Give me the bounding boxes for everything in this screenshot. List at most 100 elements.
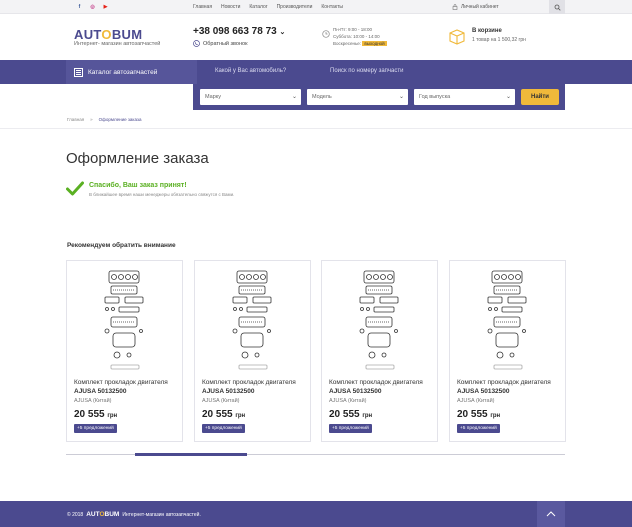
logo-subtitle: Интернет- магазин автозапчастей (74, 41, 161, 47)
account-label: Личный кабинет (461, 4, 499, 10)
cart-widget[interactable]: В корзине 1 товар на 1 500,32 грн (448, 28, 526, 51)
top-menu-catalog[interactable]: Каталог (249, 4, 267, 10)
product-card[interactable]: Комплект прокладок двигателя AJUSA 50132… (321, 260, 438, 442)
product-code: AJUSA 50132500 (329, 388, 382, 395)
chevron-down-icon: ⌄ (291, 94, 297, 100)
offers-button[interactable]: +5 предложений (202, 424, 245, 433)
scroll-to-top-button[interactable] (537, 501, 565, 527)
product-price: 20 555 грн (202, 409, 245, 420)
price-currency: грн (235, 413, 246, 419)
chevron-down-icon: ⌄ (398, 94, 404, 100)
divider (0, 128, 632, 129)
phone-icon (193, 40, 200, 47)
footer-logo[interactable]: AUTOBUM (86, 511, 119, 518)
product-brand: AJUSA (Китай) (329, 398, 367, 404)
logo[interactable]: AUTOBUM (74, 27, 142, 42)
clock-icon (322, 30, 330, 38)
callback-link[interactable]: Обратный звонок (193, 40, 247, 47)
offers-button[interactable]: +5 предложений (74, 424, 117, 433)
top-menu-contacts[interactable]: Контакты (321, 4, 343, 10)
product-name-text: Комплект прокладок двигателя (329, 379, 423, 386)
product-code: AJUSA 50132500 (202, 388, 255, 395)
instagram-icon[interactable]: ◎ (89, 3, 96, 10)
top-menu-manufacturers[interactable]: Производители (277, 4, 313, 10)
top-menu-news[interactable]: Новости (221, 4, 240, 10)
hours-sunday: Воскресенье: выходной (333, 40, 387, 47)
menu-icon (74, 67, 83, 77)
logo-text-o: O (101, 27, 112, 42)
working-hours: Пн-Пт: 9:00 - 18:00 Суббота: 10:00 - 14:… (333, 26, 387, 47)
footer-logo-end: BUM (104, 511, 120, 518)
lock-icon (452, 4, 458, 10)
product-price: 20 555 грн (74, 409, 117, 420)
offers-button[interactable]: +5 предложений (329, 424, 372, 433)
phone-number[interactable]: +38 098 663 78 73 ⌄ (193, 26, 285, 37)
product-card[interactable]: Комплект прокладок двигателя AJUSA 50132… (449, 260, 566, 442)
cart-title: В корзине (472, 28, 502, 34)
offers-button[interactable]: +5 предложений (457, 424, 500, 433)
car-filter: Марку ⌄ Модель ⌄ Год выпуска ⌄ Найти (193, 84, 565, 110)
logo-text-end: BUM (111, 27, 143, 42)
product-card[interactable]: Комплект прокладок двигателя AJUSA 50132… (194, 260, 311, 442)
header: AUTOBUM Интернет- магазин автозапчастей … (0, 14, 632, 60)
breadcrumb-current: Оформление заказа (98, 117, 142, 122)
product-name[interactable]: Комплект прокладок двигателя AJUSA 50132… (457, 378, 563, 396)
hours-weekdays: Пн-Пт: 9:00 - 18:00 (333, 27, 373, 32)
footer-copyright: © 2018 AUTOBUM Интернет-магазин автозапч… (67, 511, 201, 518)
top-bar: f ◎ ▶ Главная Новости Каталог Производит… (0, 0, 632, 14)
search-icon (554, 4, 561, 11)
gasket-kit-image (359, 270, 399, 370)
product-name-text: Комплект прокладок двигателя (457, 379, 551, 386)
price-currency: грн (362, 413, 373, 419)
tab-part-number-search[interactable]: Поиск по номеру запчасти (330, 68, 404, 74)
top-menu: Главная Новости Каталог Производители Ко… (193, 4, 343, 10)
model-select[interactable]: Модель ⌄ (307, 89, 408, 105)
copyright-year: © 2018 (67, 511, 84, 518)
nav-bar: Каталог автозапчастей Какой у Вас автомо… (0, 60, 632, 84)
price-value: 20 555 (457, 409, 488, 420)
product-name-text: Комплект прокладок двигателя (74, 379, 168, 386)
product-price: 20 555 грн (329, 409, 372, 420)
search-button[interactable] (549, 0, 565, 14)
gasket-kit-image (104, 270, 144, 370)
product-brand: AJUSA (Китай) (457, 398, 495, 404)
breadcrumb-home[interactable]: Главная (67, 117, 84, 122)
gasket-kit-image (487, 270, 527, 370)
success-message: Спасибо, Ваш заказ принят! (89, 182, 187, 189)
product-brand: AJUSA (Китай) (202, 398, 240, 404)
product-name[interactable]: Комплект прокладок двигателя AJUSA 50132… (202, 378, 308, 396)
year-select[interactable]: Год выпуска ⌄ (414, 89, 515, 105)
brand-select[interactable]: Марку ⌄ (200, 89, 301, 105)
page-title: Оформление заказа (66, 150, 209, 167)
callback-label: Обратный звонок (203, 40, 248, 47)
catalog-menu-label: Каталог автозапчастей (88, 68, 158, 76)
product-name[interactable]: Комплект прокладок двигателя AJUSA 50132… (329, 378, 435, 396)
year-select-value: Год выпуска (419, 94, 451, 100)
facebook-icon[interactable]: f (76, 3, 83, 10)
chevron-up-icon (546, 511, 556, 517)
price-value: 20 555 (202, 409, 233, 420)
box-icon (449, 29, 465, 45)
account-link[interactable]: Личный кабинет (452, 4, 499, 10)
catalog-menu-button[interactable]: Каталог автозапчастей (66, 60, 197, 84)
product-brand: AJUSA (Китай) (74, 398, 112, 404)
hours-sunday-value: выходной (362, 41, 387, 46)
breadcrumb-separator: » (90, 117, 93, 122)
carousel-scroll-thumb[interactable] (135, 453, 247, 456)
breadcrumb: Главная » Оформление заказа (67, 117, 142, 122)
price-value: 20 555 (74, 409, 105, 420)
product-name[interactable]: Комплект прокладок двигателя AJUSA 50132… (74, 378, 180, 396)
tab-car-search[interactable]: Какой у Вас автомобиль? (215, 68, 286, 74)
phone-text: +38 098 663 78 73 (193, 26, 277, 37)
product-code: AJUSA 50132500 (457, 388, 510, 395)
checkmark-icon (66, 181, 84, 196)
top-menu-home[interactable]: Главная (193, 4, 212, 10)
model-select-value: Модель (312, 94, 332, 100)
product-card[interactable]: Комплект прокладок двигателя AJUSA 50132… (66, 260, 183, 442)
logo-text-start: AUT (74, 27, 102, 42)
success-subtext: В ближайшее время наши менеджеры обязате… (89, 192, 235, 197)
footer: © 2018 AUTOBUM Интернет-магазин автозапч… (0, 501, 632, 527)
youtube-icon[interactable]: ▶ (102, 3, 109, 10)
hours-saturday: Суббота: 10:00 - 14:00 (333, 34, 380, 39)
find-button[interactable]: Найти (521, 89, 559, 105)
